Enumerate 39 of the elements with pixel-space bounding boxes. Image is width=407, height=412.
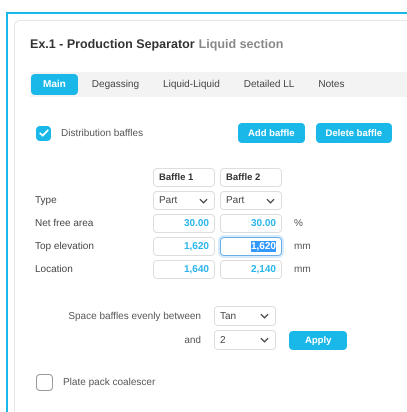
checkbox[interactable] (36, 126, 51, 140)
unit-label: mm (293, 264, 312, 275)
column-header: Baffle 1 (153, 168, 215, 187)
section-subtitle: Liquid section (198, 37, 284, 52)
row-label: Top elevation (35, 241, 95, 252)
row-label: Type (35, 195, 58, 206)
row-label: Location (35, 264, 74, 275)
column-header: Baffle 2 (220, 168, 282, 187)
unit-label: mm (293, 241, 312, 252)
tab[interactable]: Main (31, 74, 78, 95)
checkbox[interactable] (36, 374, 53, 391)
unit-label: % (293, 218, 304, 229)
tab[interactable]: Degassing (80, 74, 152, 95)
input-field[interactable]: 1,620 (220, 237, 282, 256)
chevron-icon (199, 198, 208, 204)
chevron-icon (266, 198, 275, 204)
page-title: Ex.1 - Production Separator (30, 37, 195, 52)
chevron-icon (260, 337, 269, 343)
select-field[interactable]: 2 (214, 330, 276, 350)
chevron-icon (260, 313, 269, 319)
add-button[interactable]: Add baffle (238, 123, 304, 143)
select-field[interactable]: Part (153, 191, 215, 210)
checkbox-label: Distribution baffles (61, 128, 144, 138)
apply-button[interactable]: Apply (289, 330, 348, 350)
tab[interactable]: Notes (306, 74, 356, 95)
spacing-label: Space baffles evenly between (68, 310, 201, 322)
and-label: and (184, 334, 201, 346)
input-field[interactable]: 1,620 (153, 237, 215, 256)
row-label: Net free area (35, 218, 94, 229)
input-field[interactable]: 30.00 (153, 214, 215, 233)
delete-button[interactable]: Delete baffle (316, 123, 392, 143)
input-field[interactable]: 30.00 (220, 214, 282, 233)
tab[interactable]: Detailed LL (232, 74, 306, 95)
select-field[interactable]: Tan (214, 306, 276, 326)
input-field[interactable]: 2,140 (220, 260, 282, 279)
checkbox-label: Plate pack coalescer (63, 377, 156, 388)
input-field[interactable]: 1,640 (153, 260, 215, 279)
select-field[interactable]: Part (220, 191, 282, 210)
tab[interactable]: Liquid-Liquid (151, 74, 232, 95)
